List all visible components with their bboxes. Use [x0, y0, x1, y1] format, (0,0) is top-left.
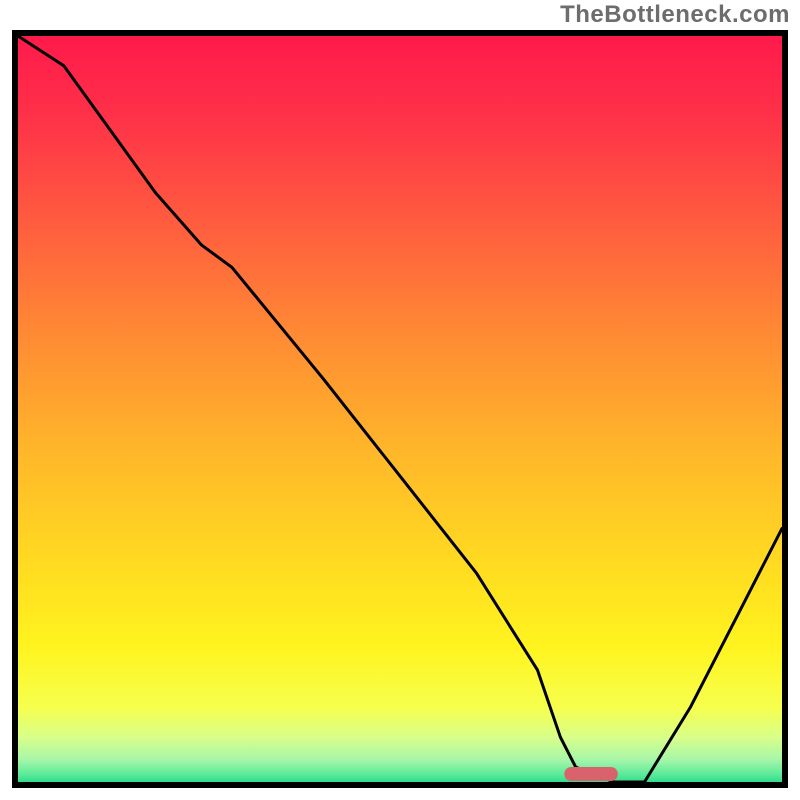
chart-svg — [18, 36, 782, 782]
chart-frame — [12, 30, 788, 788]
optimum-marker — [564, 767, 618, 781]
chart-page: TheBottleneck.com — [0, 0, 800, 800]
gradient-background — [18, 36, 782, 782]
watermark-text: TheBottleneck.com — [560, 1, 790, 29]
